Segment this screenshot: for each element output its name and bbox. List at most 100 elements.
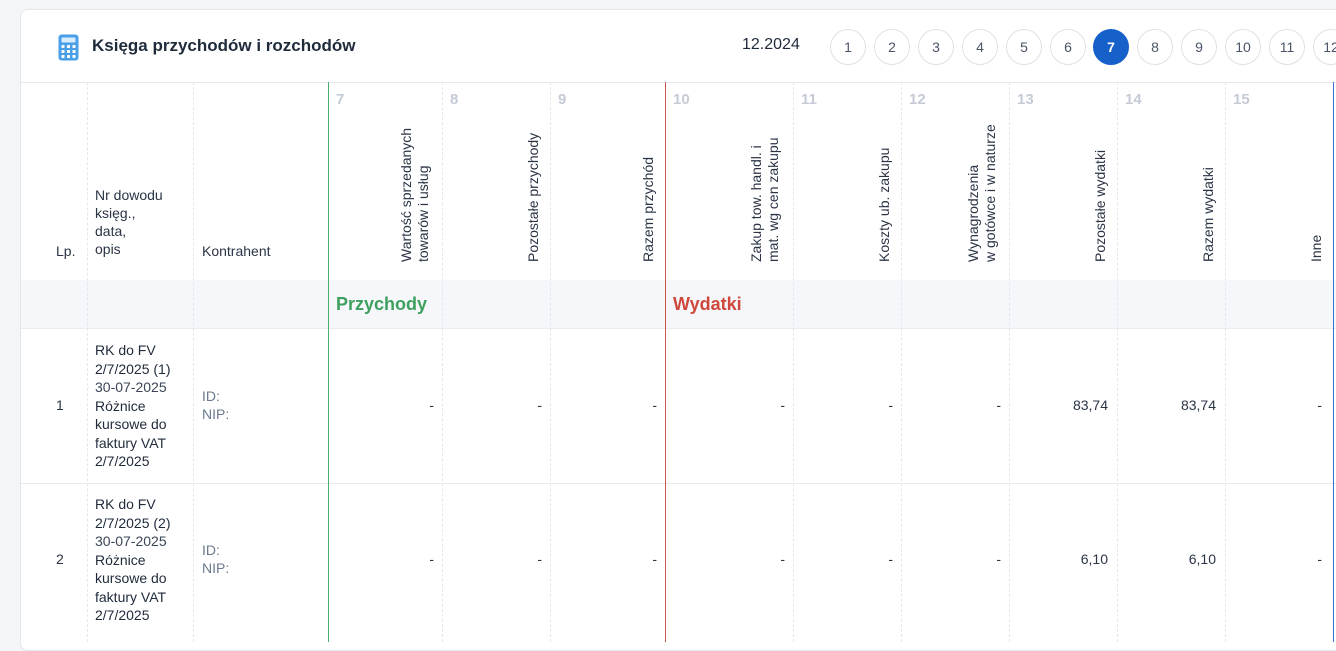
row-value-7: -: [429, 551, 434, 567]
row-contractor: ID: NIP:: [202, 387, 229, 423]
column-divider: [193, 82, 194, 642]
section-income-label: Przychody: [336, 294, 428, 314]
column-divider: [550, 82, 551, 642]
page-title: Księga przychodów i rozchodów: [92, 36, 356, 55]
row-value-11: -: [888, 397, 893, 413]
column-header-10-line: mat. wg cen zakupu: [765, 137, 781, 262]
column-divider: [442, 82, 443, 642]
column-header-contractor: Kontrahent: [202, 243, 271, 259]
row-date: 30-07-2025: [95, 379, 167, 395]
column-divider: [87, 82, 88, 642]
column-divider: [901, 82, 902, 642]
column-header-14: Razem wydatki: [1200, 167, 1217, 262]
column-header-14-line: Razem wydatki: [1200, 167, 1216, 262]
row-value-13: 83,74: [1072, 397, 1108, 413]
column-header-9-line: Razem przychód: [640, 156, 656, 262]
row-lp: 2: [56, 551, 64, 567]
row-contractor-id: ID:: [202, 388, 220, 404]
column-header-13: Pozostałe wydatki: [1092, 150, 1109, 262]
column-header-7: Wartość sprzedanych towarów i usług: [398, 128, 432, 262]
column-header-10: Zakup tow. handl. i mat. wg cen zakupu: [748, 137, 782, 262]
page-button-4[interactable]: 4: [962, 29, 998, 65]
row-value-15: -: [1317, 551, 1322, 567]
row-document: RK do FV 2/7/2025 (1) 30-07-2025 Różnice…: [95, 341, 190, 471]
column-header-9: Razem przychód: [640, 157, 657, 262]
column-number-11: 11: [801, 91, 817, 108]
row-doc-number: RK do FV 2/7/2025 (2): [95, 496, 171, 531]
column-header-doc-line: Nr dowodu: [95, 187, 163, 203]
row-value-15: -: [1317, 397, 1322, 413]
section-bottom-divider: [21, 328, 1336, 329]
calculator-icon: [58, 34, 79, 61]
ledger-card: Księga przychodów i rozchodów 12.2024 1 …: [20, 9, 1336, 651]
column-number-15: 15: [1233, 91, 1250, 108]
column-header-lp: Lp.: [56, 243, 76, 259]
column-header-doc-line: data,: [95, 223, 127, 239]
row-value-8: -: [537, 551, 542, 567]
page-button-11[interactable]: 11: [1269, 29, 1305, 65]
row-description: Różnice kursowe do faktury VAT 2/7/2025: [95, 551, 167, 624]
column-divider: [1225, 82, 1226, 642]
column-header-12: Wynagrodzenia w gotówce i w naturze: [965, 124, 999, 262]
row-document: RK do FV 2/7/2025 (2) 30-07-2025 Różnice…: [95, 495, 190, 625]
row-value-8: -: [537, 397, 542, 413]
column-header-11-line: Koszty ub. zakupu: [876, 147, 892, 262]
row-contractor: ID: NIP:: [202, 541, 229, 577]
column-header-12-line: Wynagrodzenia: [965, 164, 981, 262]
row-description: Różnice kursowe do faktury VAT 2/7/2025: [95, 397, 167, 470]
row-value-13: 6,10: [1080, 551, 1108, 567]
expenses-divider: [665, 82, 666, 642]
income-divider: [328, 82, 329, 642]
row-value-9: -: [652, 551, 657, 567]
column-number-10: 10: [673, 91, 690, 108]
column-header-11: Koszty ub. zakupu: [876, 148, 893, 262]
page-button-2[interactable]: 2: [874, 29, 910, 65]
row-lp: 1: [56, 397, 64, 413]
row-value-10: -: [780, 551, 785, 567]
column-number-8: 8: [450, 91, 459, 108]
period-label: 12.2024: [742, 36, 800, 53]
column-header-12-line: w gotówce i w naturze: [982, 124, 998, 262]
row-value-14: 83,74: [1180, 397, 1216, 413]
column-header-7-line: towarów i usług: [415, 165, 431, 263]
row-value-9: -: [652, 397, 657, 413]
row-date: 30-07-2025: [95, 533, 167, 549]
column-header-10-line: Zakup tow. handl. i: [748, 145, 764, 262]
page-button-12[interactable]: 12: [1313, 29, 1336, 65]
row-value-10: -: [780, 397, 785, 413]
page-button-1[interactable]: 1: [830, 29, 866, 65]
row-contractor-id: ID:: [202, 542, 220, 558]
column-divider: [1117, 82, 1118, 642]
column-header-doc-line: księg.,: [95, 205, 136, 221]
column-header-8-line: Pozostałe przychody: [525, 132, 541, 262]
row-value-11: -: [888, 551, 893, 567]
column-header-15: Inne: [1308, 235, 1325, 262]
column-number-7: 7: [336, 91, 345, 108]
page-button-7-active[interactable]: 7: [1093, 29, 1129, 65]
row-value-12: -: [996, 397, 1001, 413]
page-button-5[interactable]: 5: [1006, 29, 1042, 65]
column-header-doc-line: opis: [95, 241, 121, 257]
page-button-6[interactable]: 6: [1050, 29, 1086, 65]
column-header-15-line: Inne: [1308, 234, 1324, 262]
row-contractor-nip: NIP:: [202, 560, 230, 576]
page-button-8[interactable]: 8: [1137, 29, 1173, 65]
row-value-7: -: [429, 397, 434, 413]
row-value-14: 6,10: [1188, 551, 1216, 567]
section-expenses-label: Wydatki: [673, 294, 742, 314]
section-end-divider: [1333, 82, 1334, 642]
row-doc-number: RK do FV 2/7/2025 (1): [95, 342, 171, 377]
page-button-10[interactable]: 10: [1225, 29, 1261, 65]
column-divider: [1009, 82, 1010, 642]
column-header-8: Pozostałe przychody: [525, 133, 542, 262]
column-number-14: 14: [1125, 91, 1142, 108]
page-button-3[interactable]: 3: [918, 29, 954, 65]
row-value-12: -: [996, 551, 1001, 567]
column-divider: [793, 82, 794, 642]
column-header-7-line: Wartość sprzedanych: [398, 127, 414, 262]
column-number-13: 13: [1017, 91, 1034, 108]
column-header-13-line: Pozostałe wydatki: [1092, 149, 1108, 262]
row-contractor-nip: NIP:: [202, 406, 230, 422]
column-number-12: 12: [909, 91, 926, 108]
page-button-9[interactable]: 9: [1181, 29, 1217, 65]
